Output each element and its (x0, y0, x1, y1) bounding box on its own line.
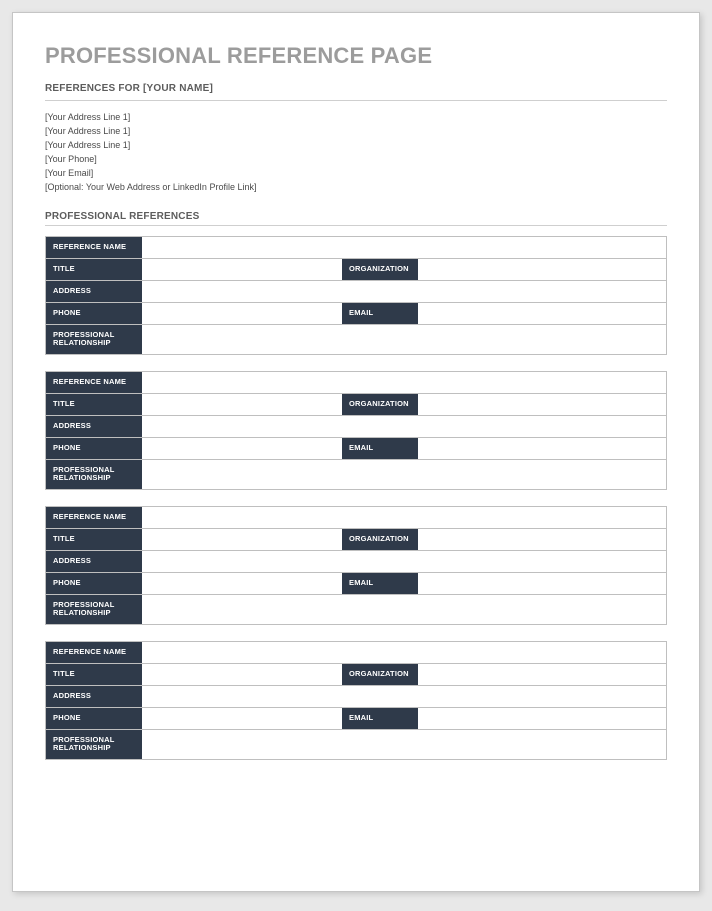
label-reference-name: REFERENCE NAME (46, 642, 142, 663)
label-address: ADDRESS (46, 416, 142, 437)
field-organization[interactable] (418, 259, 666, 280)
field-reference-name[interactable] (142, 507, 666, 528)
field-organization[interactable] (418, 394, 666, 415)
label-address: ADDRESS (46, 281, 142, 302)
info-line: [Optional: Your Web Address or LinkedIn … (45, 181, 667, 195)
field-organization[interactable] (418, 529, 666, 550)
info-line: [Your Address Line 1] (45, 111, 667, 125)
field-relationship[interactable] (142, 325, 666, 354)
field-email[interactable] (418, 438, 666, 459)
info-line: [Your Address Line 1] (45, 125, 667, 139)
label-organization: ORGANIZATION (342, 259, 418, 280)
reference-block: REFERENCE NAME TITLE ORGANIZATION ADDRES… (45, 641, 667, 760)
label-relationship: PROFESSIONAL RELATIONSHIP (46, 595, 142, 624)
label-organization: ORGANIZATION (342, 664, 418, 685)
info-line: [Your Address Line 1] (45, 139, 667, 153)
label-organization: ORGANIZATION (342, 394, 418, 415)
label-phone: PHONE (46, 438, 142, 459)
label-title: TITLE (46, 664, 142, 685)
field-phone[interactable] (142, 708, 342, 729)
field-address[interactable] (142, 551, 666, 572)
professional-references-heading: PROFESSIONAL REFERENCES (45, 211, 667, 222)
references-for-heading: REFERENCES FOR [YOUR NAME] (45, 83, 667, 94)
label-reference-name: REFERENCE NAME (46, 507, 142, 528)
field-relationship[interactable] (142, 460, 666, 489)
field-reference-name[interactable] (142, 237, 666, 258)
field-title[interactable] (142, 664, 342, 685)
reference-block: REFERENCE NAME TITLE ORGANIZATION ADDRES… (45, 506, 667, 625)
field-address[interactable] (142, 686, 666, 707)
label-title: TITLE (46, 529, 142, 550)
label-phone: PHONE (46, 708, 142, 729)
label-reference-name: REFERENCE NAME (46, 237, 142, 258)
document-page: PROFESSIONAL REFERENCE PAGE REFERENCES F… (12, 12, 700, 892)
field-reference-name[interactable] (142, 642, 666, 663)
field-relationship[interactable] (142, 595, 666, 624)
field-organization[interactable] (418, 664, 666, 685)
label-email: EMAIL (342, 303, 418, 324)
field-title[interactable] (142, 394, 342, 415)
label-title: TITLE (46, 394, 142, 415)
info-line: [Your Phone] (45, 153, 667, 167)
field-title[interactable] (142, 529, 342, 550)
field-address[interactable] (142, 281, 666, 302)
label-email: EMAIL (342, 438, 418, 459)
field-address[interactable] (142, 416, 666, 437)
label-email: EMAIL (342, 708, 418, 729)
label-email: EMAIL (342, 573, 418, 594)
label-title: TITLE (46, 259, 142, 280)
info-line: [Your Email] (45, 167, 667, 181)
label-relationship: PROFESSIONAL RELATIONSHIP (46, 460, 142, 489)
reference-block: REFERENCE NAME TITLE ORGANIZATION ADDRES… (45, 371, 667, 490)
field-relationship[interactable] (142, 730, 666, 759)
label-reference-name: REFERENCE NAME (46, 372, 142, 393)
field-email[interactable] (418, 303, 666, 324)
field-phone[interactable] (142, 438, 342, 459)
divider (45, 100, 667, 101)
label-address: ADDRESS (46, 551, 142, 572)
label-organization: ORGANIZATION (342, 529, 418, 550)
label-phone: PHONE (46, 573, 142, 594)
applicant-info-block: [Your Address Line 1] [Your Address Line… (45, 111, 667, 195)
field-email[interactable] (418, 573, 666, 594)
label-relationship: PROFESSIONAL RELATIONSHIP (46, 730, 142, 759)
field-phone[interactable] (142, 573, 342, 594)
field-reference-name[interactable] (142, 372, 666, 393)
reference-block: REFERENCE NAME TITLE ORGANIZATION ADDRES… (45, 236, 667, 355)
field-title[interactable] (142, 259, 342, 280)
divider (45, 225, 667, 226)
label-address: ADDRESS (46, 686, 142, 707)
label-phone: PHONE (46, 303, 142, 324)
field-phone[interactable] (142, 303, 342, 324)
field-email[interactable] (418, 708, 666, 729)
page-title: PROFESSIONAL REFERENCE PAGE (45, 43, 667, 69)
label-relationship: PROFESSIONAL RELATIONSHIP (46, 325, 142, 354)
